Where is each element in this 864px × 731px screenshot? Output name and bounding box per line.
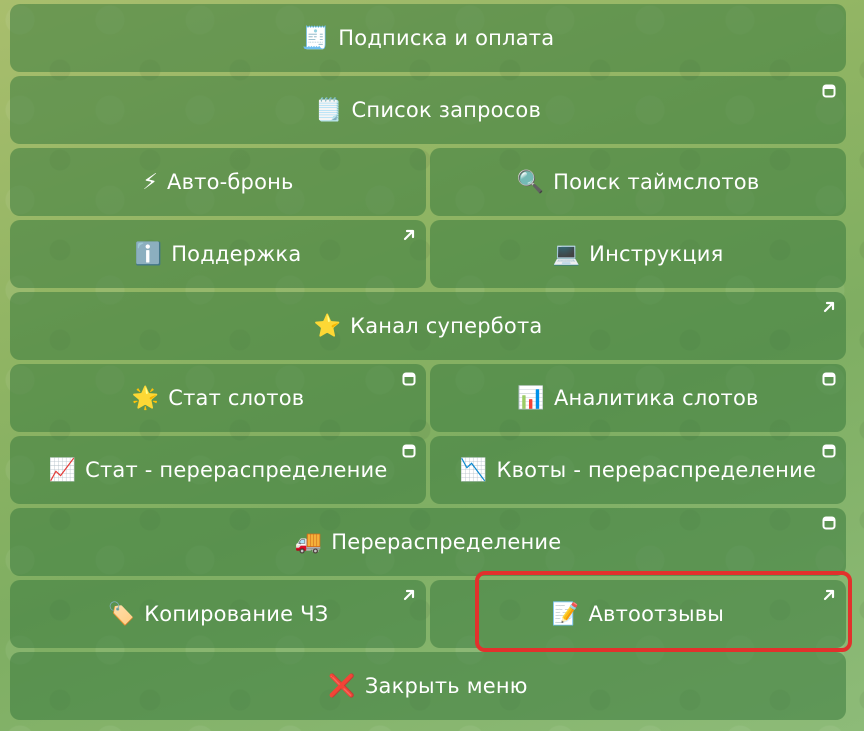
bar-chart-icon: 📊 [517,385,545,411]
request-list-label: Список запросов [351,98,542,122]
web-app-icon [400,370,418,388]
truck-icon: 🚚 [294,529,323,555]
external-link-icon [400,226,418,244]
close-menu-button[interactable]: ❌ Закрыть меню [10,652,846,720]
magnifier-icon: 🔍 [516,169,545,195]
web-app-icon [820,82,838,100]
auto-reviews-button[interactable]: 📝 Автоотзывы [430,580,846,648]
info-icon: ℹ️ [134,241,163,267]
instruction-button[interactable]: 💻 Инструкция [430,220,846,288]
redistribution-quotas-label: Квоты - перераспределение [496,458,817,482]
subscription-label: Подписка и оплата [338,26,555,50]
redistribution-quotas-button[interactable]: 📉 Квоты - перераспределение [430,436,846,504]
external-link-icon [400,586,418,604]
instruction-label: Инструкция [589,242,724,266]
redistribution-stats-label: Стат - перераспределение [85,458,388,482]
slot-stats-label: Стат слотов [168,386,305,410]
close-menu-label: Закрыть меню [364,674,528,698]
star-icon: ⭐ [313,313,342,339]
glowing-star-icon: 🌟 [131,385,160,411]
web-app-icon [820,442,838,460]
support-button[interactable]: ℹ️ Поддержка [10,220,426,288]
slot-analytics-label: Аналитика слотов [553,386,759,410]
chart-down-icon: 📉 [459,457,488,483]
chart-up-icon: 📈 [48,457,77,483]
timeslot-search-button[interactable]: 🔍 Поиск таймслотов [430,148,846,216]
timeslot-search-label: Поиск таймслотов [553,170,760,194]
external-link-icon [820,298,838,316]
tag-icon: 🏷️ [107,601,136,627]
slot-analytics-button[interactable]: 📊 Аналитика слотов [430,364,846,432]
memo-icon: 📝 [551,601,580,627]
copy-cz-label: Копирование ЧЗ [144,602,329,626]
redistribution-label: Перераспределение [331,530,562,554]
web-app-icon [400,442,418,460]
request-list-button[interactable]: 🗒️ Список запросов [10,76,846,144]
channel-button[interactable]: ⭐ Канал супербота [10,292,846,360]
slot-stats-button[interactable]: 🌟 Стат слотов [10,364,426,432]
web-app-icon [820,514,838,532]
web-app-icon [820,370,838,388]
reply-keyboard: 🧾 Подписка и оплата 🗒️ Список запросов ⚡… [0,0,864,731]
auto-booking-label: Авто-бронь [167,170,294,194]
support-label: Поддержка [171,242,302,266]
lightning-icon: ⚡ [142,169,158,195]
laptop-icon: 💻 [552,241,581,267]
channel-label: Канал супербота [350,314,543,338]
receipt-icon: 🧾 [301,25,330,51]
notepad-icon: 🗒️ [314,97,343,123]
auto-reviews-label: Автоотзывы [588,602,725,626]
external-link-icon [820,586,838,604]
cross-mark-icon: ❌ [328,673,356,699]
subscription-button[interactable]: 🧾 Подписка и оплата [10,4,846,72]
redistribution-button[interactable]: 🚚 Перераспределение [10,508,846,576]
copy-cz-button[interactable]: 🏷️ Копирование ЧЗ [10,580,426,648]
auto-booking-button[interactable]: ⚡ Авто-бронь [10,148,426,216]
redistribution-stats-button[interactable]: 📈 Стат - перераспределение [10,436,426,504]
